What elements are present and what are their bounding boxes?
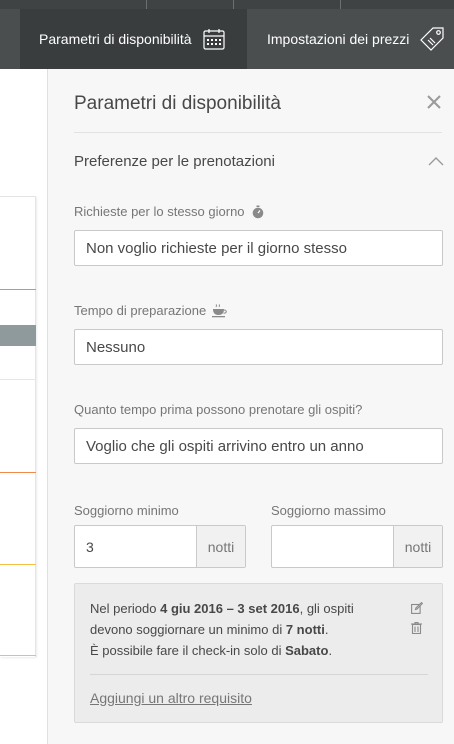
max-stay-input[interactable] [272, 526, 393, 567]
requirement-text-part: . [324, 622, 329, 637]
price-tag-icon [419, 26, 445, 52]
same-day-select[interactable]: Non voglio richieste per il giorno stess… [74, 230, 443, 266]
max-stay-label-text: Soggiorno massimo [271, 503, 386, 518]
calendar-yellow-line [0, 655, 36, 656]
requirement-nights: 7 notti [285, 622, 325, 637]
prep-time-value: Nessuno [86, 338, 146, 356]
chevron-up-icon [428, 153, 444, 170]
requirement-text-part: Nel periodo [90, 601, 161, 616]
add-requirement-link[interactable]: Aggiungi un altro requisito [90, 690, 252, 706]
requirement-text: Nel periodo 4 giu 2016 – 3 set 2016, gli… [90, 598, 400, 661]
calendar-card [0, 196, 36, 657]
calendar-icon [202, 27, 226, 51]
same-day-label: Richieste per lo stesso giorno [74, 204, 265, 219]
close-button[interactable] [424, 94, 444, 114]
stay-requirement-box: Nel periodo 4 giu 2016 – 3 set 2016, gli… [74, 583, 443, 723]
calendar-orange-line [0, 472, 36, 473]
min-stay-label: Soggiorno minimo [74, 503, 179, 518]
section-title: Preferenze per le prenotazioni [74, 153, 275, 170]
requirement-period: 4 giu 2016 – 3 set 2016 [160, 601, 300, 616]
tab-pricing-settings[interactable]: Impostazioni dei prezzi [248, 9, 454, 69]
max-stay-field[interactable]: notti [271, 525, 443, 568]
stopwatch-icon [251, 205, 265, 219]
close-icon [427, 94, 441, 114]
availability-settings-panel: Parametri di disponibilità Preferenze pe… [47, 69, 454, 744]
requirement-checkin-day: Sabato [285, 643, 329, 658]
min-stay-field[interactable]: 3 notti [74, 525, 246, 568]
requirement-text-part: È possibile fare il check-in solo di [90, 643, 286, 658]
advance-booking-value: Voglio che gli ospiti arrivino entro un … [86, 437, 364, 455]
advance-booking-label-text: Quanto tempo prima possono prenotare gli… [74, 402, 363, 417]
advance-booking-label: Quanto tempo prima possono prenotare gli… [74, 402, 362, 417]
requirement-text-part: . [328, 643, 333, 658]
tab-availability-settings[interactable]: Parametri di disponibilità [20, 9, 247, 69]
min-stay-label-text: Soggiorno minimo [74, 503, 179, 518]
max-stay-suffix: notti [393, 526, 442, 567]
toolbar-separator [146, 0, 147, 9]
calendar-row-divider [0, 379, 36, 380]
coffee-cup-icon [212, 303, 228, 318]
toolbar-top-strip [0, 0, 454, 9]
tab-availability-label: Parametri di disponibilità [39, 31, 192, 47]
min-stay-suffix: notti [196, 526, 245, 567]
requirement-divider [90, 674, 428, 675]
max-stay-label: Soggiorno massimo [271, 503, 386, 518]
advance-booking-select[interactable]: Voglio che gli ospiti arrivino entro un … [74, 428, 443, 464]
calendar-yellow-line [0, 564, 36, 565]
panel-title: Parametri di disponibilità [74, 93, 281, 114]
panel-divider [74, 132, 442, 133]
prep-time-label: Tempo di preparazione [74, 303, 228, 318]
calendar-orange-line [0, 289, 36, 290]
min-stay-input[interactable]: 3 [75, 526, 196, 567]
same-day-value: Non voglio richieste per il giorno stess… [86, 239, 347, 257]
calendar-gray-bar [0, 325, 36, 346]
toolbar-separator [233, 0, 234, 9]
same-day-label-text: Richieste per lo stesso giorno [74, 204, 245, 219]
prep-time-select[interactable]: Nessuno [74, 329, 443, 365]
trash-icon[interactable] [411, 621, 422, 639]
tab-pricing-label: Impostazioni dei prezzi [267, 31, 410, 47]
top-toolbar: Parametri di disponibilità Impostazioni … [0, 0, 454, 69]
booking-preferences-header[interactable]: Preferenze per le prenotazioni [74, 153, 444, 175]
toolbar-separator [340, 0, 341, 9]
pencil-icon[interactable] [411, 601, 424, 619]
prep-time-label-text: Tempo di preparazione [74, 303, 207, 318]
